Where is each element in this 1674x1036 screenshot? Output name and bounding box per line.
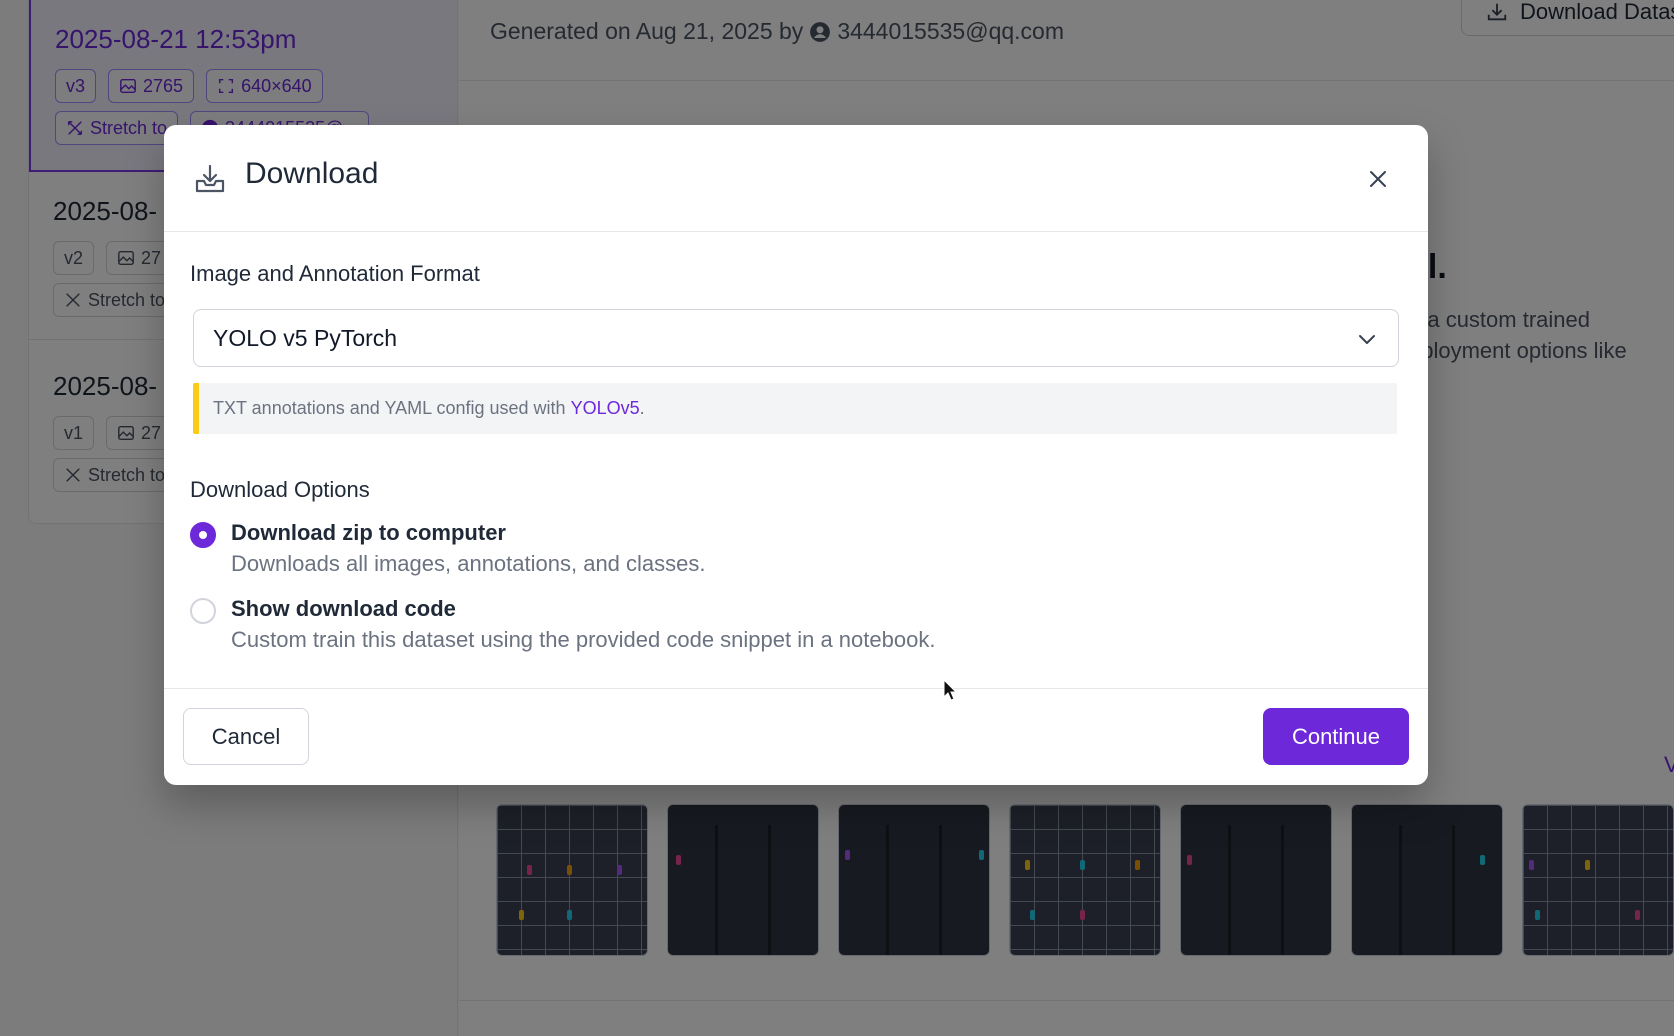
option-title: Download zip to computer: [231, 520, 506, 545]
dialog-footer: Cancel Continue: [164, 688, 1428, 785]
close-icon: [1370, 171, 1386, 187]
download-icon: [195, 164, 225, 193]
cursor-icon: [943, 679, 957, 701]
format-select[interactable]: YOLO v5 PyTorch: [193, 309, 1399, 367]
format-note: TXT annotations and YAML config used wit…: [193, 383, 1397, 434]
format-section-label: Image and Annotation Format: [190, 261, 480, 286]
chevron-down-icon: [1359, 335, 1375, 344]
radio-download-zip[interactable]: [190, 522, 216, 548]
radio-show-code[interactable]: [190, 598, 216, 624]
option-download-zip[interactable]: Download zip to computer Downloads all i…: [190, 520, 1290, 582]
dialog-header: Download: [164, 125, 1428, 232]
options-section-label: Download Options: [190, 477, 370, 502]
continue-button[interactable]: Continue: [1263, 708, 1409, 765]
dialog-title: Download: [245, 157, 379, 190]
cancel-button[interactable]: Cancel: [183, 708, 309, 765]
option-title: Show download code: [231, 596, 456, 621]
format-selected-value: YOLO v5 PyTorch: [213, 324, 398, 351]
close-button[interactable]: [1364, 165, 1392, 193]
option-show-code[interactable]: Show download code Custom train this dat…: [190, 596, 1290, 658]
yolov5-link[interactable]: YOLOv5: [571, 398, 640, 419]
download-dialog: Download Image and Annotation Format YOL…: [164, 125, 1428, 785]
option-description: Downloads all images, annotations, and c…: [231, 551, 706, 576]
option-description: Custom train this dataset using the prov…: [231, 627, 936, 652]
